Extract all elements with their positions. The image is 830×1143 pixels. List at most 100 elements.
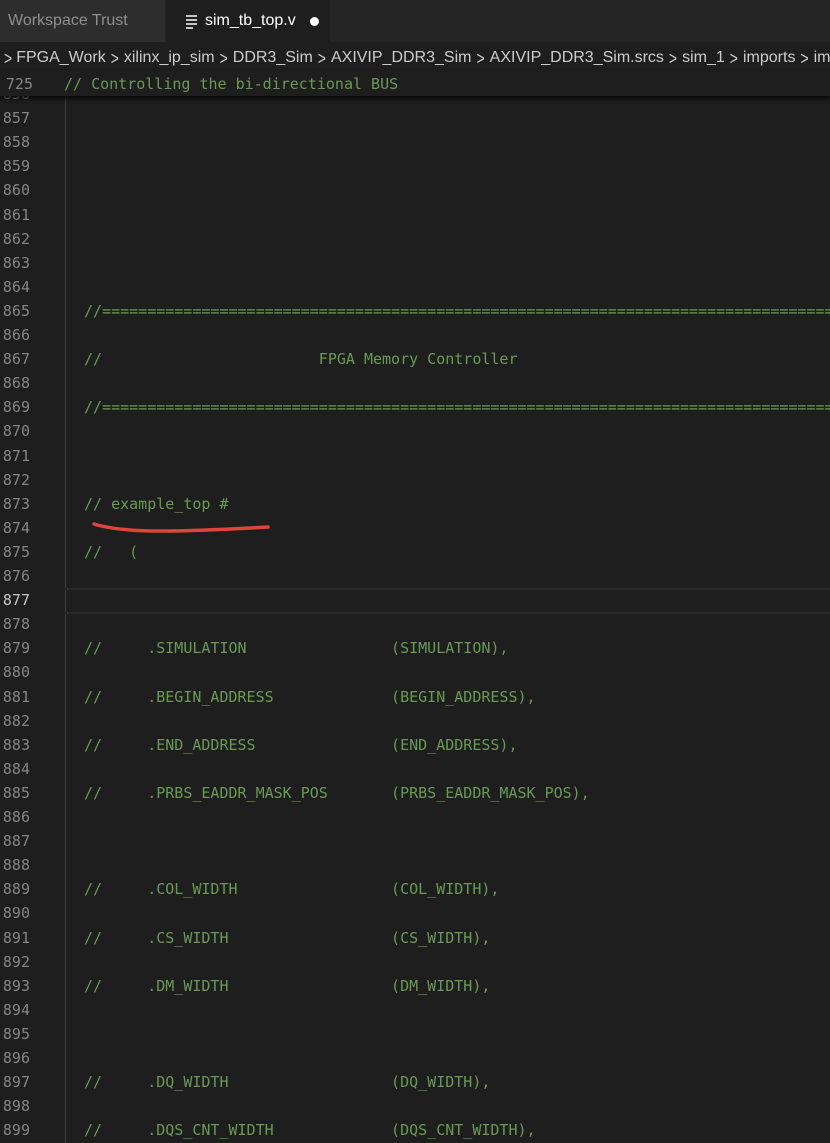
code-line[interactable]: 888 [0, 853, 830, 877]
code-line[interactable]: 881 // .BEGIN_ADDRESS (BEGIN_ADDRESS), [0, 685, 830, 709]
chevron-right-icon: > [800, 47, 809, 69]
line-number: 860 [2, 181, 30, 200]
code-line[interactable]: 858 [0, 130, 830, 154]
code-line[interactable]: 880 [0, 660, 830, 684]
line-number: 886 [2, 808, 30, 826]
breadcrumb: > FPGA_Work > xilinx_ip_sim > DDR3_Sim >… [0, 45, 830, 71]
code-line[interactable]: 871 [0, 444, 830, 468]
breadcrumb-item-ddr3-sim[interactable]: DDR3_Sim [233, 49, 313, 67]
code-line[interactable]: 870 [0, 419, 830, 443]
line-text: //======================================… [84, 398, 830, 417]
code-line[interactable]: 862 [0, 227, 830, 251]
line-number: 896 [2, 1049, 30, 1067]
line-number: 858 [2, 133, 30, 152]
line-text: // .DM_WIDTH (DM_WIDTH), [84, 976, 491, 995]
code-line[interactable]: 897 // .DQ_WIDTH (DQ_WIDTH), [0, 1070, 830, 1094]
code-line[interactable]: 857 [0, 106, 830, 130]
code-line[interactable]: 863 [0, 251, 830, 275]
line-number: 890 [2, 904, 30, 923]
line-number: 869 [2, 398, 30, 417]
code-line[interactable]: 861 [0, 203, 830, 227]
sticky-scroll-header[interactable]: 725 // Controlling the bi-directional BU… [0, 71, 830, 96]
line-text: // .CS_WIDTH (CS_WIDTH), [84, 928, 491, 947]
code-line[interactable]: 866 [0, 323, 830, 347]
code-line[interactable]: 877 [0, 588, 830, 615]
chevron-right-icon: > [729, 47, 738, 69]
file-lines-icon [186, 14, 197, 29]
code-line[interactable]: 898 [0, 1094, 830, 1118]
line-number: 862 [2, 229, 30, 248]
code-line[interactable]: 882 [0, 709, 830, 733]
code-line[interactable]: 869 //===================================… [0, 395, 830, 419]
breadcrumb-item-sim-1[interactable]: sim_1 [682, 49, 725, 67]
line-text: // FPGA Memory Controller [84, 350, 518, 369]
code-line[interactable]: 884 [0, 757, 830, 781]
line-number: 872 [2, 470, 30, 489]
line-number: 885 [2, 783, 30, 802]
chevron-right-icon: > [4, 47, 13, 69]
breadcrumb-item-srcs[interactable]: AXIVIP_DDR3_Sim.srcs [490, 49, 664, 67]
breadcrumb-item-axivip-ddr3-sim[interactable]: AXIVIP_DDR3_Sim [331, 49, 472, 67]
line-number: 861 [2, 205, 30, 224]
line-number: 887 [2, 832, 30, 851]
code-line[interactable]: 864 [0, 275, 830, 299]
code-line[interactable]: 879 // .SIMULATION (SIMULATION), [0, 636, 830, 660]
tab-bar: Workspace Trust sim_tb_top.v [0, 0, 830, 42]
code-line[interactable]: 887 [0, 829, 830, 853]
line-number: 894 [2, 1000, 30, 1019]
line-number: 874 [2, 518, 30, 537]
breadcrumb-item-fpga-work[interactable]: FPGA_Work [16, 49, 106, 67]
chevron-right-icon: > [110, 47, 119, 69]
code-line[interactable]: 891 // .CS_WIDTH (CS_WIDTH), [0, 926, 830, 950]
line-number: 889 [2, 880, 30, 899]
line-text: // .PRBS_EADDR_MASK_POS (PRBS_EADDR_MASK… [84, 783, 590, 802]
code-line[interactable]: 878 [0, 612, 830, 636]
code-line[interactable]: 875 // ( [0, 540, 830, 564]
line-number: 867 [2, 350, 30, 369]
code-line[interactable]: 896 [0, 1046, 830, 1070]
code-line[interactable]: 865 //===================================… [0, 299, 830, 323]
breadcrumb-item-xilinx-ip-sim[interactable]: xilinx_ip_sim [124, 49, 215, 67]
code-line[interactable]: 885 // .PRBS_EADDR_MASK_POS (PRBS_EADDR_M… [0, 781, 830, 805]
sticky-line-number: 725 [5, 74, 33, 93]
code-line[interactable]: 895 [0, 1022, 830, 1046]
red-underline-annotation [92, 522, 270, 533]
code-line[interactable]: 892 [0, 950, 830, 974]
code-line[interactable]: 872 [0, 468, 830, 492]
line-number: 864 [2, 277, 30, 296]
code-editor[interactable]: 856 857 858 859 860 861 862 863 864 865 //========… [0, 96, 830, 1143]
code-line[interactable]: 893 // .DM_WIDTH (DM_WIDTH), [0, 974, 830, 998]
tab-workspace-trust[interactable]: Workspace Trust [0, 0, 166, 42]
line-number: 866 [2, 326, 30, 344]
chevron-right-icon: > [668, 47, 678, 69]
code-line[interactable]: 860 [0, 178, 830, 202]
sticky-line-text: // Controlling the bi-directional BUS [64, 74, 399, 93]
line-number: 882 [2, 711, 30, 730]
unsaved-dot-icon[interactable] [309, 16, 319, 26]
code-line[interactable]: 886 [0, 805, 830, 829]
code-line[interactable]: 867 // FPGA Memory Controller [0, 347, 830, 371]
code-line[interactable]: 890 [0, 901, 830, 925]
current-line-highlight [64, 588, 830, 615]
code-line[interactable]: 899 // .DQS_CNT_WIDTH (DQS_CNT_WIDTH), [0, 1118, 830, 1142]
line-number: 873 [2, 494, 30, 513]
tab-sim-tb-top[interactable]: sim_tb_top.v [166, 0, 330, 42]
code-line[interactable]: 894 [0, 998, 830, 1022]
code-line[interactable]: 868 [0, 371, 830, 395]
code-line[interactable]: 883 // .END_ADDRESS (END_ADDRESS), [0, 733, 830, 757]
line-number: 876 [2, 567, 30, 585]
breadcrumb-item-imp[interactable]: imp [814, 49, 830, 67]
line-number: 871 [2, 446, 30, 465]
line-text: // .DQS_CNT_WIDTH (DQS_CNT_WIDTH), [84, 1121, 536, 1140]
editor-window: Workspace Trust sim_tb_top.v > FPGA_Work… [0, 0, 830, 1143]
line-number: 898 [2, 1097, 30, 1116]
line-number: 877 [2, 591, 30, 610]
code-line[interactable]: 889 // .COL_WIDTH (COL_WIDTH), [0, 877, 830, 901]
code-line[interactable]: 856 [0, 96, 830, 106]
line-text: // .SIMULATION (SIMULATION), [84, 639, 509, 658]
line-text: // .COL_WIDTH (COL_WIDTH), [84, 880, 500, 899]
line-number: 868 [2, 374, 30, 393]
code-line[interactable]: 876 [0, 564, 830, 588]
breadcrumb-item-imports[interactable]: imports [743, 49, 795, 67]
code-line[interactable]: 859 [0, 154, 830, 178]
